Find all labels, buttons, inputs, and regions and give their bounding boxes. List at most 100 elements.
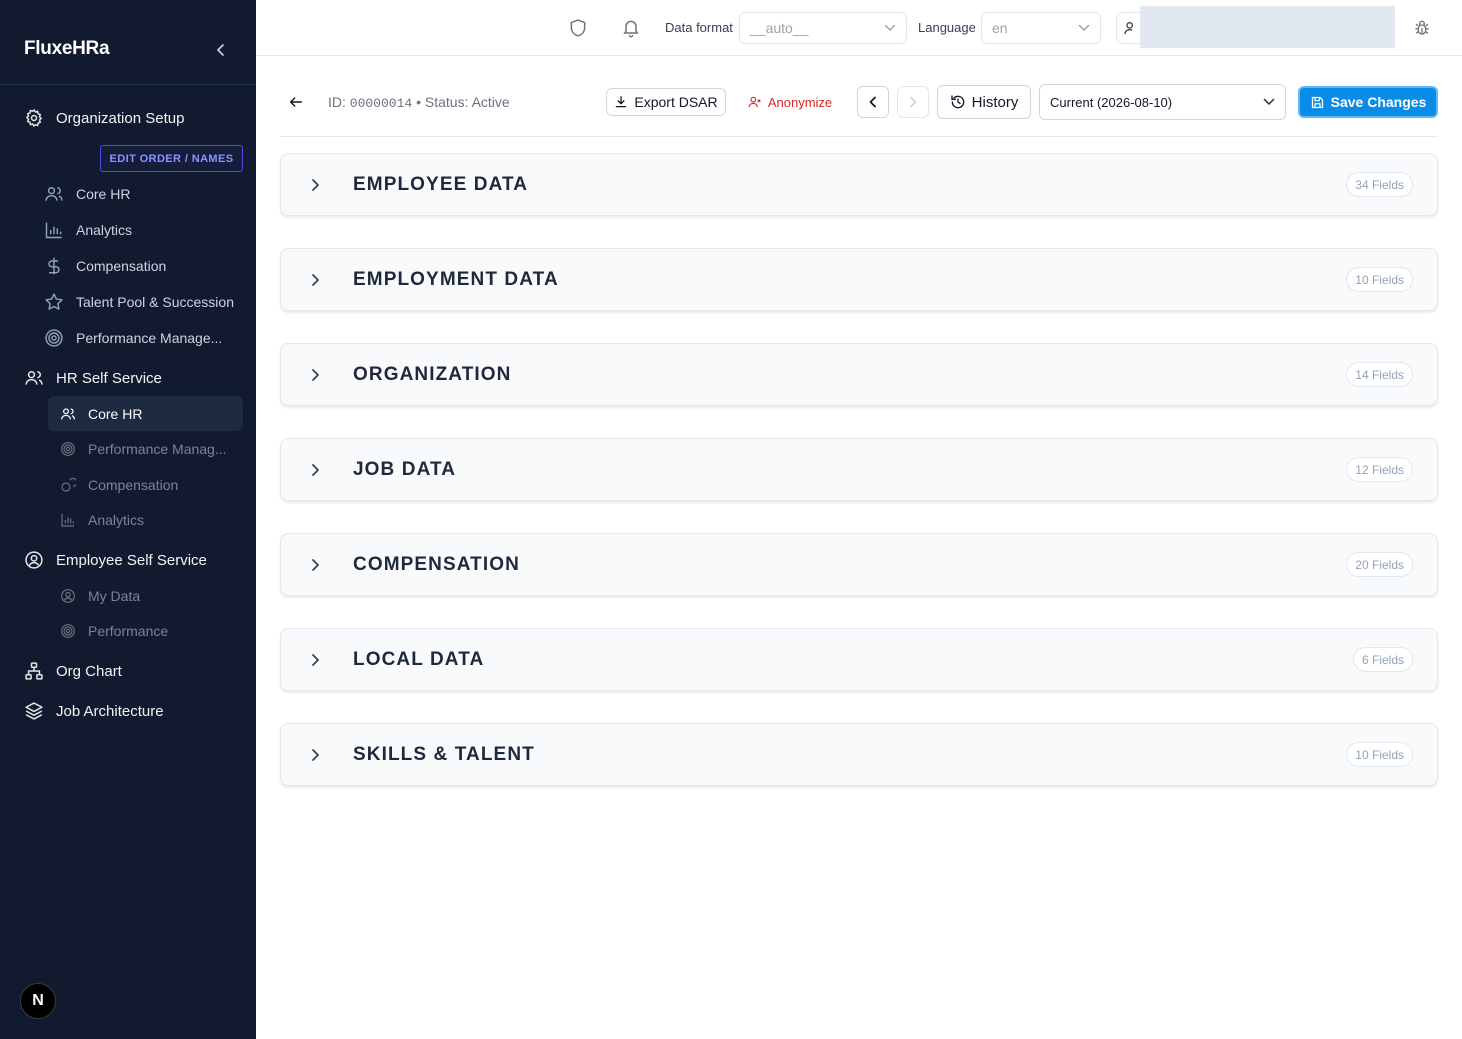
history-button[interactable]: History [937, 85, 1031, 119]
sidebar-divider [0, 84, 256, 85]
target-icon [60, 439, 76, 459]
section-skills-talent[interactable]: SKILLS & TALENT 10 Fields [280, 723, 1438, 786]
history-icon [950, 94, 966, 110]
data-format-value: __auto__ [750, 20, 809, 36]
chevron-right-icon [305, 650, 325, 670]
gear-icon [24, 108, 44, 128]
next-version-button[interactable] [897, 86, 929, 118]
section-title: SKILLS & TALENT [353, 743, 535, 765]
sidebar-item-hr-performance[interactable]: Performance Manag... [60, 439, 227, 459]
chevron-right-icon [910, 96, 917, 108]
section-employee-data[interactable]: EMPLOYEE DATA 34 Fields [280, 153, 1438, 216]
section-employment-data[interactable]: EMPLOYMENT DATA 10 Fields [280, 248, 1438, 311]
section-local-data[interactable]: LOCAL DATA 6 Fields [280, 628, 1438, 691]
sidebar-item-job-architecture[interactable]: Job Architecture [24, 701, 164, 721]
field-count-badge: 10 Fields [1346, 267, 1413, 292]
user-circle-icon [60, 586, 76, 606]
back-button[interactable] [286, 92, 306, 112]
field-count-badge: 10 Fields [1346, 742, 1413, 767]
dollar-icon [44, 256, 64, 276]
users-icon [24, 368, 44, 388]
sidebar-item-label: Compensation [88, 477, 179, 493]
version-select[interactable]: Current (2026-08-10) [1039, 84, 1286, 120]
debug-button[interactable] [1412, 18, 1432, 38]
section-compensation[interactable]: COMPENSATION 20 Fields [280, 533, 1438, 596]
record-id-status: ID: 00000014 • Status: Active [328, 94, 510, 111]
sidebar-item-label: Organization Setup [56, 109, 185, 127]
data-format-label: Data format [665, 20, 733, 35]
collapse-sidebar-button[interactable] [212, 40, 230, 60]
sidebar-item-label: Performance Manag... [88, 441, 227, 457]
language-select[interactable]: en [981, 12, 1101, 44]
bar-chart-icon [60, 510, 76, 530]
sidebar-item-analytics[interactable]: Analytics [44, 220, 132, 240]
section-title: JOB DATA [353, 458, 457, 480]
save-changes-label: Save Changes [1330, 94, 1427, 110]
coins-icon [60, 475, 76, 495]
bar-chart-icon [44, 220, 64, 240]
sidebar-item-compensation[interactable]: Compensation [44, 256, 166, 276]
chevron-down-icon [1078, 24, 1090, 32]
sidebar-item-label: Core HR [88, 406, 143, 422]
sidebar-item-hr-self-service[interactable]: HR Self Service [24, 368, 162, 388]
record-id: 00000014 [349, 96, 413, 111]
field-count-badge: 12 Fields [1346, 457, 1413, 482]
user-x-icon [748, 95, 762, 109]
edit-order-names-button[interactable]: EDIT ORDER / NAMES [100, 145, 243, 172]
chevron-right-icon [305, 270, 325, 290]
section-job-data[interactable]: JOB DATA 12 Fields [280, 438, 1438, 501]
section-title: EMPLOYMENT DATA [353, 268, 559, 290]
notifications-button[interactable] [621, 18, 641, 38]
export-dsar-button[interactable]: Export DSAR [606, 88, 726, 116]
chevron-right-icon [305, 745, 325, 765]
sidebar-item-talent-pool[interactable]: Talent Pool & Succession [44, 292, 234, 312]
previous-version-button[interactable] [857, 86, 889, 118]
sidebar-item-label: My Data [88, 588, 141, 604]
target-icon [60, 621, 76, 641]
user-icon [1124, 22, 1133, 35]
download-icon [614, 95, 628, 109]
sidebar-item-org-chart[interactable]: Org Chart [24, 661, 122, 681]
chevron-right-icon [305, 460, 325, 480]
sidebar-item-organization-setup[interactable]: Organization Setup [24, 108, 184, 128]
history-label: History [971, 93, 1019, 111]
version-value: Current (2026-08-10) [1050, 94, 1173, 110]
chevron-right-icon [305, 365, 325, 385]
bug-icon [1415, 20, 1429, 35]
chevron-right-icon [305, 175, 325, 195]
sidebar-item-core-hr[interactable]: Core HR [44, 184, 130, 204]
sidebar-item-label: Core HR [76, 186, 131, 202]
export-dsar-label: Export DSAR [634, 94, 718, 110]
language-label: Language [918, 20, 976, 35]
save-icon [1310, 95, 1325, 110]
field-count-badge: 6 Fields [1352, 647, 1413, 672]
chevron-right-icon [305, 555, 325, 575]
arrow-left-icon [289, 97, 303, 107]
sidebar-item-hr-compensation[interactable]: Compensation [60, 475, 178, 495]
id-prefix: ID: [328, 94, 346, 110]
save-changes-button[interactable]: Save Changes [1298, 86, 1438, 118]
record-status: • Status: Active [416, 94, 510, 110]
sidebar-item-performance[interactable]: Performance [60, 621, 168, 641]
sidebar-item-hr-analytics[interactable]: Analytics [60, 510, 144, 530]
sidebar-item-my-data[interactable]: My Data [60, 586, 140, 606]
dev-badge[interactable]: N [20, 983, 56, 1019]
section-title: COMPENSATION [353, 553, 520, 575]
chevron-down-icon [884, 24, 896, 32]
chevron-left-icon [217, 44, 224, 56]
anonymize-button[interactable]: Anonymize [740, 88, 840, 116]
sidebar-item-hr-core-hr[interactable]: Core HR [60, 404, 142, 424]
sidebar-item-employee-self-service[interactable]: Employee Self Service [24, 550, 207, 570]
sidebar-item-label: Talent Pool & Succession [76, 294, 234, 310]
data-format-select[interactable]: __auto__ [739, 12, 907, 44]
users-icon [60, 404, 76, 424]
shield-button[interactable] [568, 18, 588, 38]
sidebar-item-label: Org Chart [56, 662, 122, 680]
toolbar-divider [280, 136, 1438, 137]
section-organization[interactable]: ORGANIZATION 14 Fields [280, 343, 1438, 406]
language-value: en [992, 20, 1008, 36]
sidebar-item-performance-management[interactable]: Performance Manage... [44, 328, 222, 348]
bell-icon [623, 20, 639, 38]
sidebar: FluxeHRa Organization Setup EDIT ORDER /… [0, 0, 256, 1039]
section-title: EMPLOYEE DATA [353, 173, 529, 195]
